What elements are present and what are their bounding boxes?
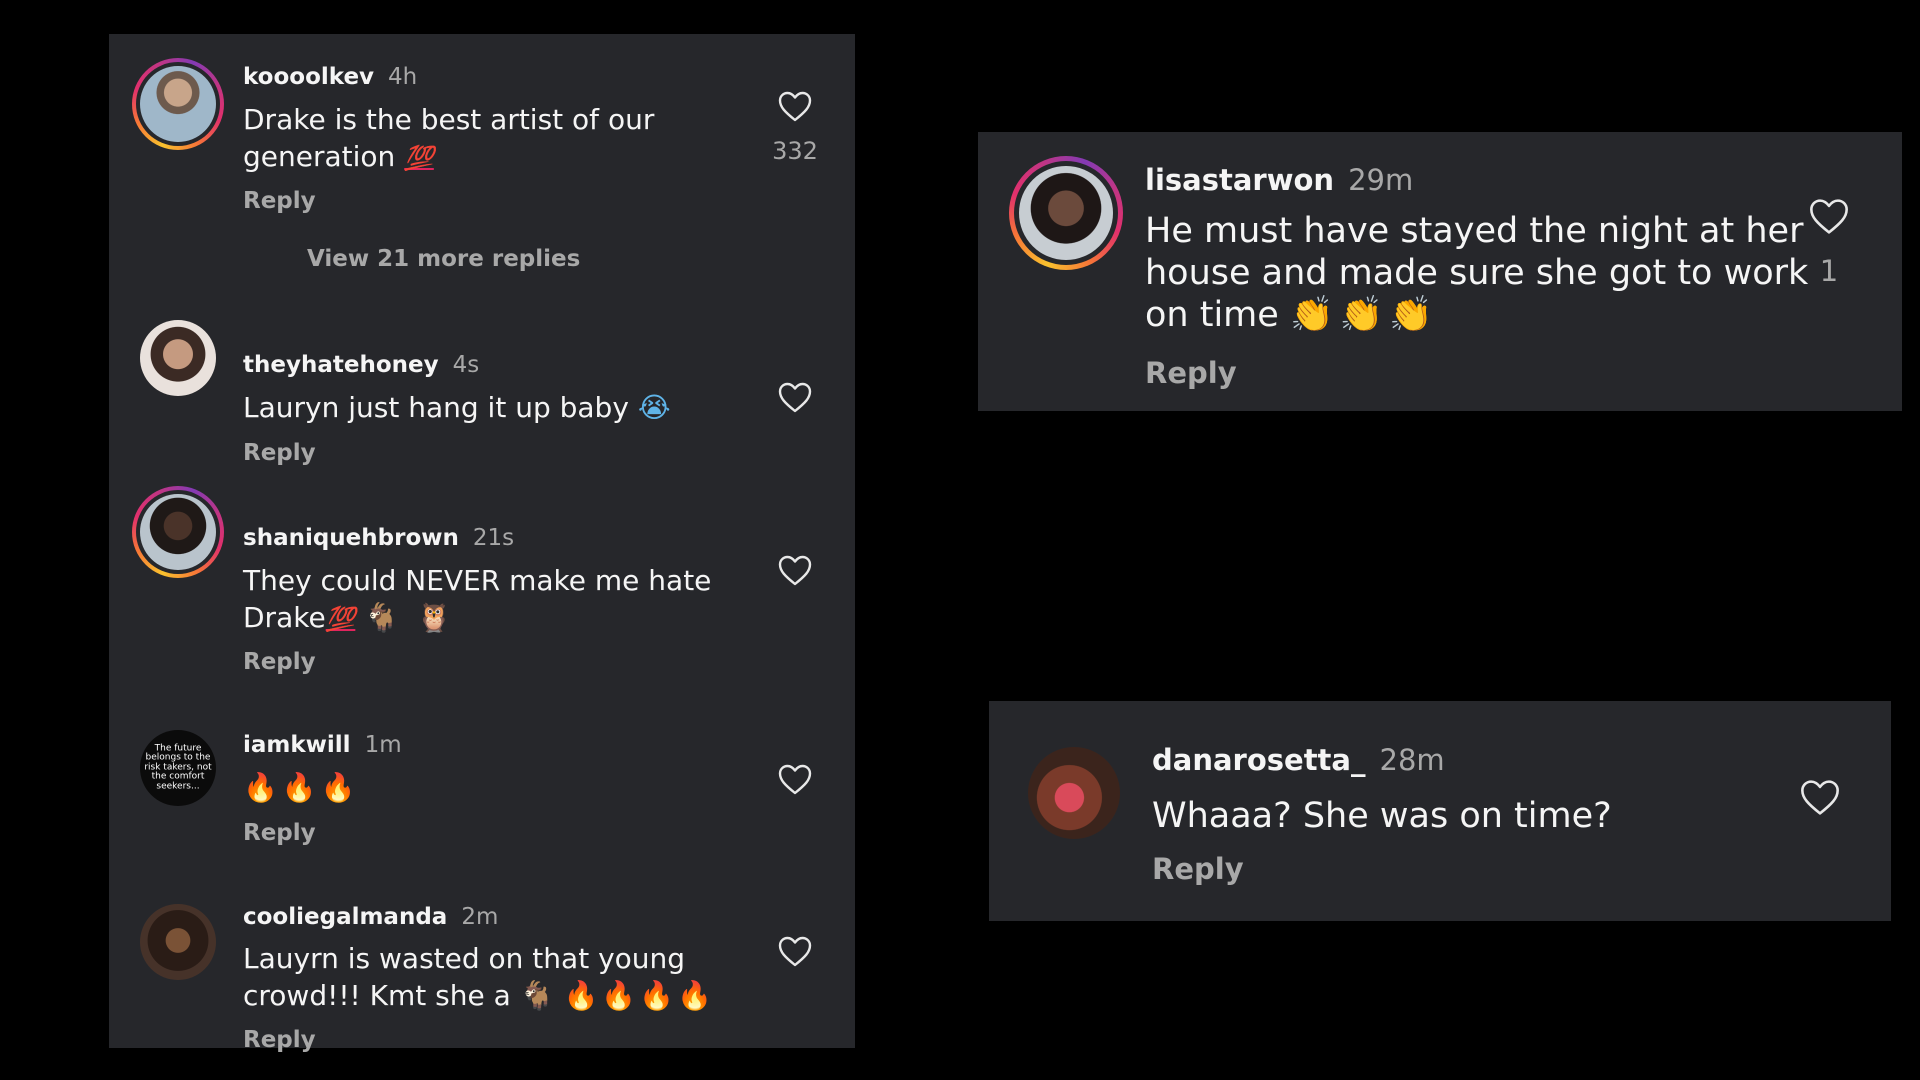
avatar[interactable] bbox=[132, 486, 224, 578]
reply-button[interactable]: Reply bbox=[243, 440, 316, 466]
heart-outline-icon[interactable] bbox=[1800, 779, 1840, 816]
heart-outline-icon[interactable] bbox=[778, 382, 812, 413]
avatar[interactable] bbox=[1009, 156, 1123, 270]
reply-button[interactable]: Reply bbox=[243, 188, 316, 214]
comment-text: Whaaa? She was on time? bbox=[1152, 796, 1612, 836]
comment-panel-top-right: lisastarwon 29m He must have stayed the n… bbox=[978, 132, 1902, 411]
heart-outline-icon[interactable] bbox=[778, 91, 812, 122]
hundred-emoji: 💯 bbox=[404, 143, 434, 172]
goat-emoji: 🐐 bbox=[364, 600, 400, 634]
avatar[interactable]: The future belongs to the risk takers, n… bbox=[140, 730, 216, 806]
comment-item: theyhatehoney 4s Lauryn just hang it up b… bbox=[109, 304, 855, 466]
username[interactable]: koooolkev 4h bbox=[243, 64, 417, 90]
comment-item: cooliegalmanda 2m Lauyrn is wasted on tha… bbox=[109, 864, 855, 1053]
avatar[interactable] bbox=[132, 58, 224, 150]
username[interactable]: shaniquehbrown 21s bbox=[243, 525, 514, 551]
comment-item: The future belongs to the risk takers, n… bbox=[109, 694, 855, 854]
owl-emoji: 🦉 bbox=[416, 600, 452, 634]
username[interactable]: theyhatehoney 4s bbox=[243, 352, 479, 378]
comment-text: Lauyrn is wasted on that young crowd!!! … bbox=[243, 942, 715, 1012]
heart-outline-icon[interactable] bbox=[778, 555, 812, 586]
timestamp: 1m bbox=[364, 732, 402, 758]
reply-button[interactable]: Reply bbox=[243, 1027, 316, 1053]
avatar-image bbox=[140, 494, 216, 570]
fire-emojis: 🔥🔥🔥🔥 bbox=[563, 978, 715, 1012]
avatar-image bbox=[140, 904, 216, 980]
avatar-image: The future belongs to the risk takers, n… bbox=[140, 730, 216, 806]
avatar[interactable] bbox=[140, 904, 216, 980]
like-count: 1 bbox=[1819, 254, 1839, 288]
timestamp: 28m bbox=[1379, 743, 1445, 777]
timestamp: 2m bbox=[461, 904, 499, 930]
avatar-image bbox=[1019, 166, 1113, 260]
clapping-emojis: 👏👏👏 bbox=[1289, 295, 1439, 335]
avatar-image bbox=[1028, 747, 1120, 839]
username[interactable]: cooliegalmanda 2m bbox=[243, 904, 498, 930]
like-count: 332 bbox=[772, 137, 818, 165]
avatar[interactable] bbox=[140, 320, 216, 396]
username[interactable]: danarosetta_ 28m bbox=[1152, 743, 1445, 777]
comment-panel-bottom-right: danarosetta_ 28m Whaaa? She was on time? … bbox=[989, 701, 1891, 921]
avatar-image bbox=[140, 66, 216, 142]
comment-text: He must have stayed the night at her hou… bbox=[1145, 211, 1809, 335]
heart-outline-icon[interactable] bbox=[778, 936, 812, 967]
crying-emoji: 😭 bbox=[637, 391, 671, 424]
timestamp: 21s bbox=[472, 525, 515, 551]
avatar-quote-text: The future belongs to the risk takers, n… bbox=[144, 743, 212, 792]
timestamp: 4h bbox=[388, 64, 418, 90]
comments-panel-left: koooolkev 4h Drake is the best artist of … bbox=[109, 34, 855, 1053]
view-more-replies-link[interactable]: View 21 more replies bbox=[307, 246, 580, 272]
comment-text: Drake is the best artist of our generati… bbox=[243, 103, 655, 173]
username[interactable]: iamkwill 1m bbox=[243, 732, 402, 758]
comment-text: Lauryn just hang it up baby 😭 bbox=[243, 391, 671, 424]
timestamp: 29m bbox=[1348, 163, 1414, 197]
comment-item: koooolkev 4h Drake is the best artist of … bbox=[109, 34, 855, 274]
reply-button[interactable]: Reply bbox=[1145, 356, 1237, 390]
timestamp: 4s bbox=[452, 352, 480, 378]
username[interactable]: lisastarwon 29m bbox=[1145, 163, 1413, 197]
goat-emoji: 🐐 bbox=[519, 978, 555, 1012]
fire-emojis: 🔥🔥🔥 bbox=[243, 771, 360, 804]
comment-text: They could NEVER make me hate Drake💯 🐐 🦉 bbox=[243, 564, 712, 634]
reply-button[interactable]: Reply bbox=[243, 649, 316, 675]
reply-button[interactable]: Reply bbox=[243, 820, 316, 846]
heart-outline-icon[interactable] bbox=[1809, 198, 1849, 235]
avatar[interactable] bbox=[1028, 747, 1120, 839]
heart-outline-icon[interactable] bbox=[778, 764, 812, 795]
reply-button[interactable]: Reply bbox=[1152, 852, 1244, 886]
avatar-image bbox=[140, 320, 216, 396]
hundred-emoji: 💯 bbox=[325, 604, 356, 633]
comment-item: shaniquehbrown 21s They could NEVER make … bbox=[109, 474, 855, 675]
